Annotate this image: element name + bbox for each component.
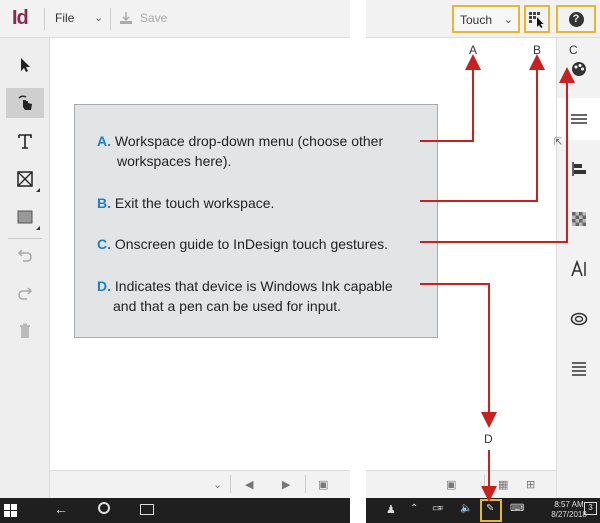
callout-item-d: D. Indicates that device is Windows Ink … xyxy=(97,276,393,316)
panel-rail xyxy=(556,38,600,498)
previous-page-icon[interactable]: ◀ xyxy=(245,478,253,491)
help-icon: ? xyxy=(568,11,584,27)
windows-taskbar: ← xyxy=(0,498,350,523)
divider xyxy=(484,475,485,493)
search-circle-icon[interactable] xyxy=(98,502,110,514)
flyout-indicator xyxy=(36,188,40,192)
callout-item-b: B. Exit the touch workspace. xyxy=(97,193,274,213)
spread-view-icon[interactable]: ▦ xyxy=(498,478,508,491)
swatches-icon xyxy=(572,62,586,76)
cc-libraries-panel-button[interactable] xyxy=(557,298,600,340)
divider xyxy=(44,8,45,30)
flyout-indicator xyxy=(36,226,40,230)
callout-text-continued: workspaces here). xyxy=(117,153,232,169)
tools-panel xyxy=(0,38,50,498)
redo-button[interactable] xyxy=(6,278,44,308)
task-view-icon[interactable] xyxy=(140,504,154,515)
select-icon xyxy=(21,58,30,72)
app-header: Id File ⌄ Save xyxy=(0,0,350,38)
label-a: A xyxy=(469,43,478,57)
touch-gestures-help-button[interactable]: ? xyxy=(556,5,596,33)
cursor-icon: ⇱ xyxy=(554,137,563,148)
chevron-up-icon[interactable]: ⌃ xyxy=(410,503,418,514)
align-icon xyxy=(572,162,586,176)
people-icon[interactable]: ♟ xyxy=(386,503,396,516)
save-icon[interactable] xyxy=(119,11,133,25)
redo-icon xyxy=(18,287,33,300)
callout-item-a: A. Workspace drop-down menu (choose othe… xyxy=(97,131,383,171)
divider xyxy=(110,8,111,30)
callout-box: A. Workspace drop-down menu (choose othe… xyxy=(74,104,438,338)
stroke-icon xyxy=(572,362,586,376)
character-icon xyxy=(571,260,586,277)
frame-icon xyxy=(17,171,33,187)
swatches-panel-button[interactable] xyxy=(557,48,600,90)
wifi-icon[interactable]: ≈ xyxy=(438,503,444,514)
volume-icon[interactable]: 🔈 xyxy=(460,503,472,514)
callout-letter: B. xyxy=(97,195,111,211)
rectangle-icon xyxy=(17,210,33,224)
view-mode-icon[interactable]: ▣ xyxy=(446,478,456,491)
label-b: B xyxy=(533,43,542,57)
save-button[interactable]: Save xyxy=(140,11,167,25)
text-icon xyxy=(18,134,32,149)
divider xyxy=(8,238,42,239)
exit-touch-workspace-button[interactable] xyxy=(524,5,550,33)
fit-page-icon[interactable]: ⊞ xyxy=(526,478,535,491)
chevron-down-icon: ⌄ xyxy=(503,14,513,26)
divider xyxy=(230,475,231,493)
callout-text-continued: and that a pen can be used for input. xyxy=(113,298,342,314)
clock-date: 8/27/2018 xyxy=(551,510,587,519)
gradient-icon xyxy=(572,212,586,226)
action-center-icon[interactable]: 3 xyxy=(584,502,597,515)
windows-start-icon[interactable] xyxy=(4,504,17,517)
type-tool[interactable] xyxy=(6,126,44,156)
callout-text: Exit the touch workspace. xyxy=(114,195,275,211)
clock-time: 8:57 AM xyxy=(554,500,584,509)
touch-tool[interactable] xyxy=(6,88,44,118)
document-status-bar-right: ▣ ▦ ⊞ xyxy=(366,470,556,498)
undo-icon xyxy=(17,249,32,262)
select-tool[interactable] xyxy=(6,50,44,80)
frame-tool[interactable] xyxy=(6,164,44,194)
callout-letter: C. xyxy=(97,236,111,252)
chevron-down-icon[interactable]: ⌄ xyxy=(94,11,103,24)
touch-hand-icon xyxy=(18,95,32,110)
divider xyxy=(305,475,306,493)
callout-item-c: C. Onscreen guide to InDesign touch gest… xyxy=(97,234,388,254)
label-c: C xyxy=(569,43,578,57)
windows-ink-highlight xyxy=(480,499,502,522)
delete-button[interactable] xyxy=(6,316,44,346)
indesign-logo: Id xyxy=(12,7,29,29)
exit-touch-icon xyxy=(529,12,544,28)
pages-icon[interactable]: ▣ xyxy=(318,478,328,491)
undo-button[interactable] xyxy=(6,240,44,270)
stroke-panel-button[interactable] xyxy=(557,348,600,390)
workspace-dropdown[interactable]: Touch ⌄ xyxy=(452,5,520,33)
label-d: D xyxy=(484,432,493,446)
callout-letter: A. xyxy=(97,133,111,149)
workspace-label: Touch xyxy=(460,13,493,27)
next-page-icon[interactable]: ▶ xyxy=(282,478,290,491)
document-status-bar: ⌄ ◀ ▶ ▣ xyxy=(50,470,350,498)
gradient-panel-button[interactable] xyxy=(557,198,600,240)
align-panel-button[interactable] xyxy=(557,148,600,190)
callout-text: Indicates that device is Windows Ink cap… xyxy=(114,278,393,294)
file-menu[interactable]: File xyxy=(55,11,74,25)
paragraph-icon xyxy=(571,114,587,124)
chevron-down-icon[interactable]: ⌄ xyxy=(213,478,222,491)
character-panel-button[interactable] xyxy=(557,248,600,290)
callout-text: Onscreen guide to InDesign touch gesture… xyxy=(114,236,389,252)
cc-libraries-icon xyxy=(570,312,588,326)
back-icon[interactable]: ← xyxy=(54,501,68,517)
callout-letter: D. xyxy=(97,278,111,294)
keyboard-icon[interactable]: ⌨ xyxy=(510,503,524,514)
paragraph-panel-button[interactable] xyxy=(557,98,600,140)
rectangle-tool[interactable] xyxy=(6,202,44,232)
app-header-right: Touch ⌄ ? xyxy=(366,0,600,38)
delete-icon xyxy=(20,323,30,338)
callout-text: Workspace drop-down menu (choose other xyxy=(114,133,384,149)
clock[interactable]: 8:57 AM 8/27/2018 xyxy=(549,500,589,520)
